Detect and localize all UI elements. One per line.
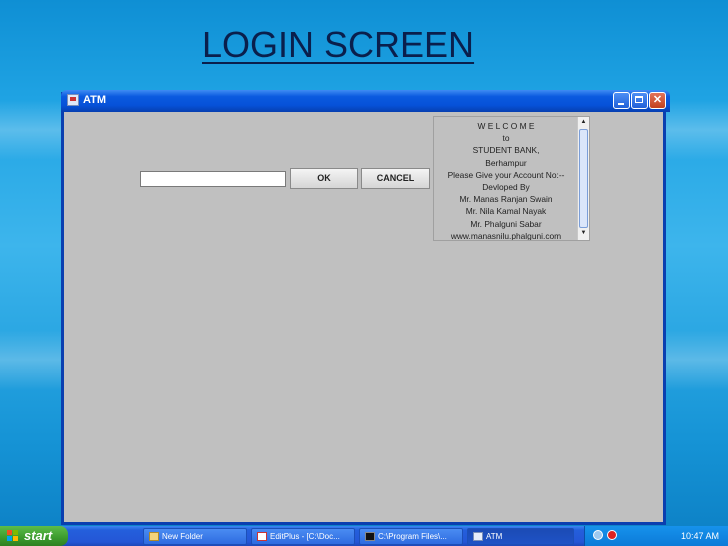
system-tray: 10:47 AM	[584, 526, 728, 546]
message-line: Mr. Nila Kamal Nayak	[465, 206, 547, 217]
taskbar-item-label: C:\Program Files\...	[378, 532, 447, 541]
editplus-icon	[257, 532, 267, 541]
start-button[interactable]: start	[0, 526, 68, 546]
java-app-icon	[67, 94, 79, 106]
message-line: STUDENT BANK,	[472, 145, 540, 156]
folder-icon	[149, 532, 159, 541]
console-icon	[365, 532, 375, 541]
message-text-area[interactable]: W E L C O M E to STUDENT BANK, Berhampur…	[433, 116, 590, 241]
minimize-button[interactable]	[613, 92, 630, 109]
message-line: Devloped By	[482, 182, 530, 193]
start-label: start	[24, 528, 53, 543]
maximize-button[interactable]	[631, 92, 648, 109]
network-icon[interactable]	[593, 530, 603, 540]
windows-logo-icon	[7, 530, 19, 542]
taskbar-item-new-folder[interactable]: New Folder	[143, 528, 247, 545]
scroll-down-arrow-icon[interactable]: ▼	[578, 228, 589, 239]
message-line: Berhampur	[485, 157, 527, 168]
taskbar-item-console[interactable]: C:\Program Files\...	[359, 528, 463, 545]
taskbar-item-label: New Folder	[162, 532, 203, 541]
message-lines: W E L C O M E to STUDENT BANK, Berhampur…	[434, 120, 578, 241]
message-line: www.manasnilu.phalguni.com	[450, 230, 562, 241]
taskbar: start New Folder EditPlus - [C:\Doc... C…	[0, 526, 728, 546]
close-button[interactable]: ✕	[649, 92, 666, 109]
window-title: ATM	[83, 94, 107, 106]
taskbar-item-editplus[interactable]: EditPlus - [C:\Doc...	[251, 528, 355, 545]
message-line: Mr. Phalguni Sabar	[470, 218, 542, 229]
account-number-input[interactable]	[140, 171, 286, 187]
taskbar-item-atm[interactable]: ATM	[467, 528, 574, 545]
window-title-bar[interactable]: ATM ✕	[61, 90, 670, 112]
message-line: W E L C O M E	[477, 121, 535, 131]
message-line: Please Give your Account No:--	[447, 169, 565, 180]
scroll-thumb[interactable]	[579, 129, 588, 228]
taskbar-item-label: EditPlus - [C:\Doc...	[270, 532, 340, 541]
ok-button[interactable]: OK	[290, 168, 358, 189]
message-line: to	[502, 133, 510, 144]
cancel-button[interactable]: CANCEL	[361, 168, 430, 189]
slide-title: LOGIN SCREEN	[202, 24, 475, 65]
atm-window: ATM ✕ OK CANCEL W E L C O M E to STUDENT…	[61, 90, 670, 525]
java-app-icon	[473, 532, 483, 541]
security-alert-icon[interactable]	[607, 530, 617, 540]
clock: 10:47 AM	[680, 531, 719, 541]
scroll-up-arrow-icon[interactable]: ▲	[578, 117, 589, 128]
vertical-scrollbar[interactable]: ▲ ▼	[577, 117, 589, 240]
taskbar-item-label: ATM	[486, 532, 503, 541]
message-line: Mr. Manas Ranjan Swain	[459, 194, 553, 205]
